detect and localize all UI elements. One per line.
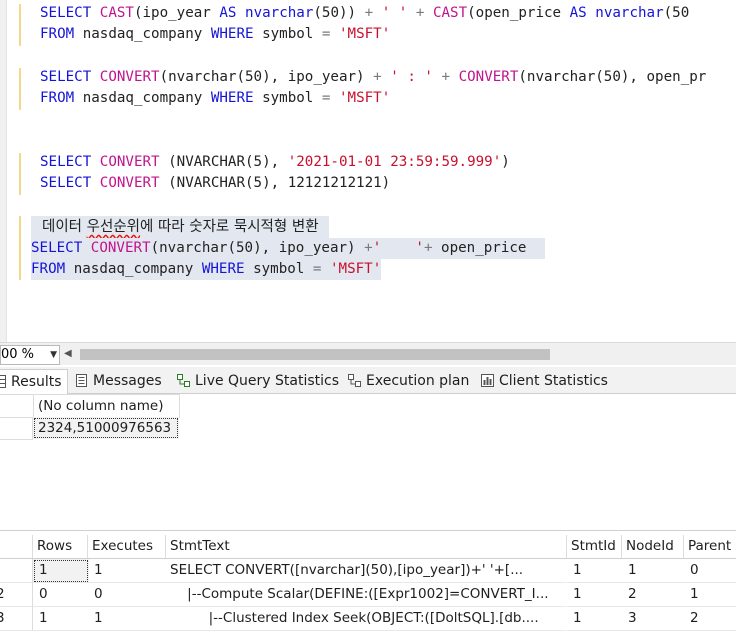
code-line[interactable]: SELECT CONVERT(nvarchar(50), ipo_year) +… — [40, 69, 706, 85]
editor-gutter — [0, 0, 7, 342]
code-line[interactable]: FROM nasdaq_company WHERE symbol = 'MSFT… — [40, 26, 390, 42]
query-editor[interactable]: SELECT CAST(ipo_year AS nvarchar(50)) + … — [0, 0, 736, 342]
live-stats-icon — [177, 374, 190, 387]
row-header-corner — [0, 535, 33, 559]
plan-cell-nodeid[interactable]: 1 — [622, 559, 685, 583]
row-number[interactable]: 3 — [0, 607, 33, 631]
zoom-dropdown[interactable]: 00 % ▼ — [0, 345, 60, 365]
plan-cell-executes[interactable]: 0 — [88, 583, 167, 607]
grid-icon — [0, 375, 6, 388]
column-header[interactable]: (No column name) — [33, 394, 180, 418]
column-header[interactable]: StmtId — [567, 535, 622, 559]
change-bar — [19, 4, 21, 46]
code-line[interactable]: SELECT CAST(ipo_year AS nvarchar(50)) + … — [40, 5, 689, 21]
column-header[interactable]: Parent — [684, 535, 736, 559]
plan-cell-stmttext[interactable]: SELECT CONVERT([nvarchar](50),[ipo_year]… — [166, 559, 566, 583]
column-header[interactable]: NodeId — [622, 535, 684, 559]
comment-line[interactable]: 데이터 우선순위에 따라 숫자로 묵시적형 변환 — [31, 216, 329, 238]
plan-cell-rows[interactable]: 0 — [33, 583, 89, 607]
spellcheck-underline: 우선순위 — [86, 219, 141, 235]
plan-cell-rows[interactable]: 1 — [33, 607, 89, 631]
pane-divider[interactable] — [0, 530, 736, 531]
results-tab-strip: Results Messages Live Query Statistics E… — [0, 367, 736, 394]
client-stats-icon — [481, 374, 494, 387]
execution-plan-icon — [348, 374, 361, 387]
tab-client-statistics[interactable]: Client Statistics — [481, 369, 608, 393]
code-line[interactable]: FROM nasdaq_company WHERE symbol = 'MSFT… — [31, 259, 382, 280]
tab-results[interactable]: Results — [0, 369, 68, 394]
plan-cell-stmtid[interactable]: 1 — [567, 559, 623, 583]
plan-cell-stmtid[interactable]: 1 — [567, 583, 623, 607]
plan-cell-parent[interactable]: 1 — [684, 583, 736, 607]
plan-cell-stmtid[interactable]: 1 — [567, 607, 623, 631]
code-line[interactable]: SELECT CONVERT(nvarchar(50), ipo_year) +… — [31, 238, 545, 259]
result-cell[interactable]: 2324,51000976563 — [33, 417, 179, 439]
plan-cell-executes[interactable]: 1 — [88, 559, 167, 583]
scroll-left-icon[interactable]: ◀ — [64, 348, 72, 359]
column-header[interactable]: StmtText — [166, 535, 567, 559]
chevron-down-icon[interactable]: ▼ — [50, 346, 57, 364]
plan-cell-stmttext[interactable]: |--Clustered Index Seek(OBJECT:([DoltSQL… — [166, 607, 566, 631]
editor-status-bar: 00 % ▼ ◀ — [0, 342, 736, 365]
plan-cell-nodeid[interactable]: 3 — [622, 607, 685, 631]
row-number[interactable]: 2 — [0, 583, 33, 607]
horizontal-scrollbar-thumb[interactable] — [80, 349, 550, 360]
execution-plan-grid: Rows Executes StmtText StmtId NodeId Par… — [0, 535, 736, 635]
plan-cell-parent[interactable]: 2 — [684, 607, 736, 631]
plan-cell-parent[interactable]: 0 — [684, 559, 736, 583]
tab-execution-plan[interactable]: Execution plan — [348, 369, 469, 393]
code-line[interactable]: SELECT CONVERT (NVARCHAR(5), 12121212121… — [40, 175, 390, 191]
plan-cell-nodeid[interactable]: 2 — [622, 583, 685, 607]
code-line[interactable]: SELECT CONVERT (NVARCHAR(5), '2021-01-01… — [40, 154, 510, 170]
tab-messages[interactable]: Messages — [75, 369, 162, 393]
column-header[interactable]: Executes — [88, 535, 166, 559]
plan-cell-executes[interactable]: 1 — [88, 607, 167, 631]
row-number[interactable] — [0, 559, 33, 583]
column-header[interactable]: Rows — [33, 535, 88, 559]
plan-cell-stmttext[interactable]: |--Compute Scalar(DEFINE:([Expr1002]=CON… — [166, 583, 566, 607]
code-line[interactable]: FROM nasdaq_company WHERE symbol = 'MSFT… — [40, 90, 390, 106]
row-header[interactable] — [0, 417, 33, 440]
tab-live-query-statistics[interactable]: Live Query Statistics — [177, 369, 339, 393]
change-bar — [19, 153, 21, 195]
change-bar — [19, 68, 21, 110]
messages-icon — [76, 374, 87, 387]
plan-cell-rows[interactable]: 1 — [33, 559, 89, 583]
row-header-corner — [0, 394, 35, 418]
change-bar — [19, 216, 21, 280]
